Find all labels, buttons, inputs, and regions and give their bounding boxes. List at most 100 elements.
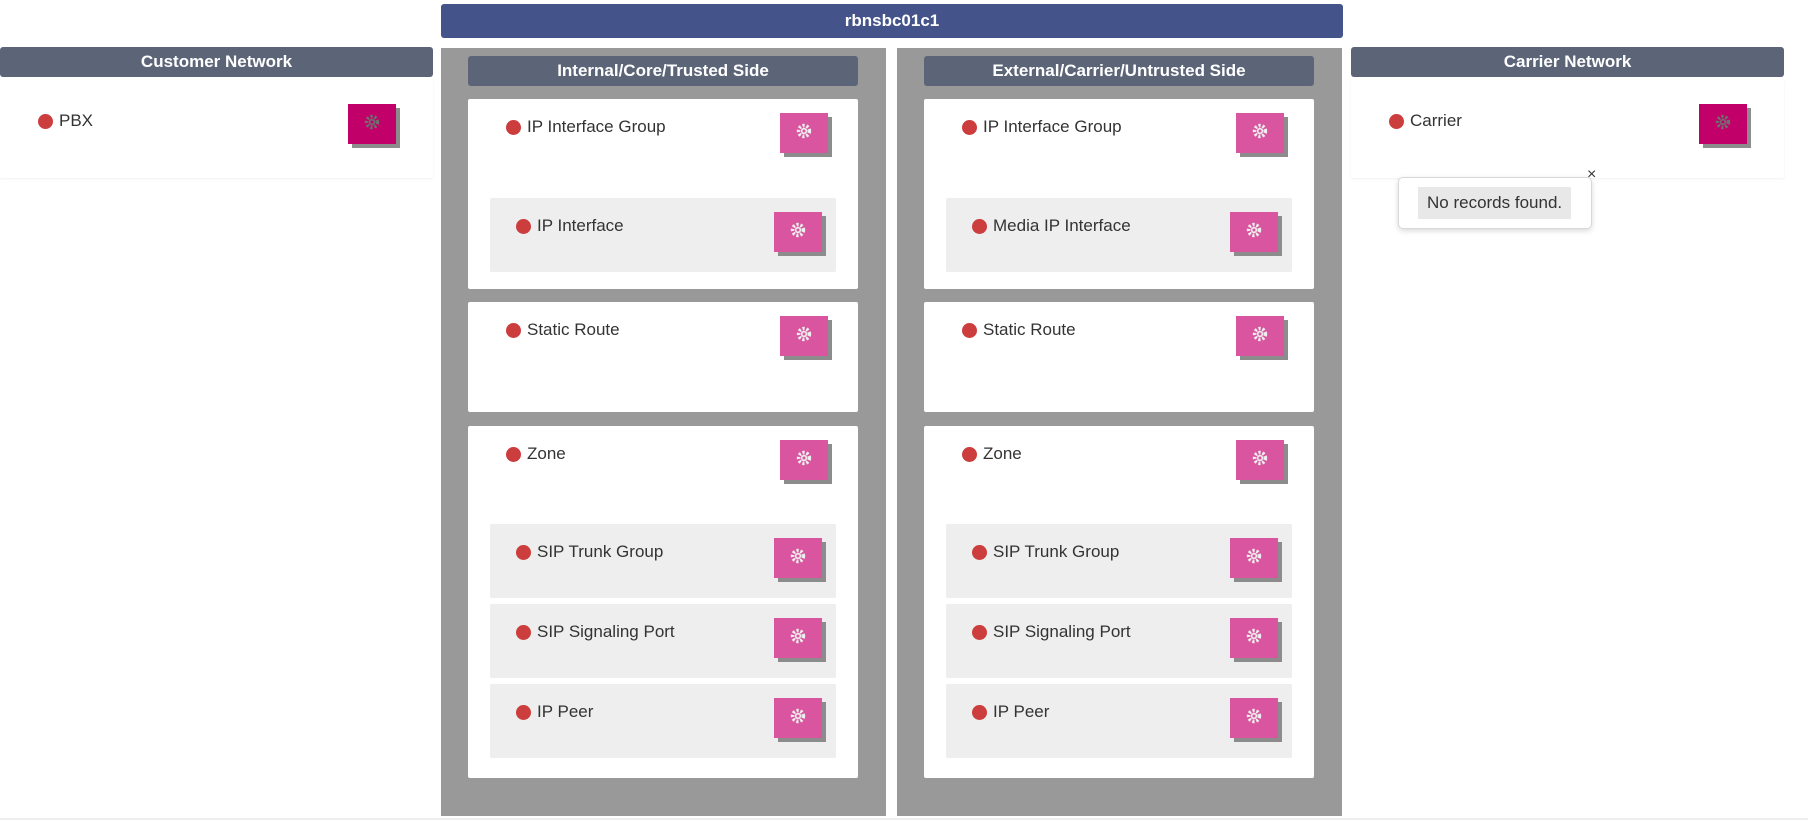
internal-sip-signaling-port-settings-button[interactable] [774, 618, 822, 658]
internal-sip-trunk-group-settings-button[interactable] [774, 538, 822, 578]
gear-icon [363, 113, 381, 136]
item-label: IP Interface [537, 216, 624, 235]
internal-static-route-item[interactable]: Static Route [506, 320, 620, 340]
external-side-header: External/Carrier/Untrusted Side [924, 56, 1314, 86]
gear-icon [795, 449, 813, 472]
customer-network-header: Customer Network [0, 47, 433, 77]
customer-pbx-card: PBX [0, 80, 433, 178]
carrier-item[interactable]: Carrier [1389, 111, 1462, 131]
external-zone-card: Zone SIP Trunk Group SIP Signaling Port [924, 426, 1314, 778]
status-dot-icon [972, 544, 987, 560]
internal-ip-peer-settings-button[interactable] [774, 698, 822, 738]
external-static-route-settings-button[interactable] [1236, 316, 1284, 356]
pbx-item[interactable]: PBX [38, 111, 93, 131]
no-records-message: No records found. [1418, 187, 1572, 219]
internal-sip-signaling-port-card: SIP Signaling Port [490, 604, 836, 678]
status-dot-icon [972, 218, 987, 234]
status-dot-icon [972, 704, 987, 720]
gear-icon [795, 325, 813, 348]
external-ip-peer-item[interactable]: IP Peer [972, 702, 1049, 722]
status-dot-icon [506, 322, 521, 338]
external-zone-item[interactable]: Zone [962, 444, 1022, 464]
status-dot-icon [506, 446, 521, 462]
external-ip-interface-group-settings-button[interactable] [1236, 113, 1284, 153]
gear-icon [789, 221, 807, 244]
gear-icon [1714, 113, 1732, 136]
internal-ip-interface-group-settings-button[interactable] [780, 113, 828, 153]
status-dot-icon [962, 322, 977, 338]
item-label: Zone [527, 444, 566, 463]
internal-ip-interface-settings-button[interactable] [774, 212, 822, 252]
status-dot-icon [38, 113, 53, 129]
item-label: IP Interface Group [527, 117, 666, 136]
carrier-settings-button[interactable] [1699, 104, 1747, 144]
status-dot-icon [516, 218, 531, 234]
external-ip-peer-settings-button[interactable] [1230, 698, 1278, 738]
internal-static-route-card: Static Route [468, 302, 858, 412]
internal-zone-card: Zone SIP Trunk Group SIP Signaling Port [468, 426, 858, 778]
external-zone-settings-button[interactable] [1236, 440, 1284, 480]
external-side-column: External/Carrier/Untrusted Side IP Inter… [897, 48, 1342, 816]
pbx-settings-button[interactable] [348, 104, 396, 144]
external-sip-trunk-group-item[interactable]: SIP Trunk Group [972, 542, 1119, 562]
internal-ip-peer-card: IP Peer [490, 684, 836, 758]
external-sip-signaling-port-item[interactable]: SIP Signaling Port [972, 622, 1131, 642]
external-ip-peer-card: IP Peer [946, 684, 1292, 758]
item-label: Static Route [527, 320, 620, 339]
item-label: IP Interface Group [983, 117, 1122, 136]
status-dot-icon [506, 119, 521, 135]
gear-icon [1251, 325, 1269, 348]
external-media-ip-interface-card: Media IP Interface [946, 198, 1292, 272]
close-icon[interactable]: × [1587, 166, 1596, 184]
external-sip-trunk-group-settings-button[interactable] [1230, 538, 1278, 578]
no-records-popover: No records found. [1398, 177, 1592, 229]
external-static-route-item[interactable]: Static Route [962, 320, 1076, 340]
internal-ip-peer-item[interactable]: IP Peer [516, 702, 593, 722]
status-dot-icon [962, 119, 977, 135]
internal-static-route-settings-button[interactable] [780, 316, 828, 356]
status-dot-icon [516, 544, 531, 560]
gear-icon [789, 547, 807, 570]
item-label: Media IP Interface [993, 216, 1131, 235]
gear-icon [789, 627, 807, 650]
internal-sip-trunk-group-card: SIP Trunk Group [490, 524, 836, 598]
internal-ip-interface-group-item[interactable]: IP Interface Group [506, 117, 666, 137]
carrier-card: Carrier [1351, 80, 1784, 178]
item-label: Zone [983, 444, 1022, 463]
item-label: IP Peer [993, 702, 1050, 721]
item-label: SIP Trunk Group [993, 542, 1120, 561]
status-dot-icon [972, 624, 987, 640]
pbx-label: PBX [59, 111, 94, 130]
carrier-network-header: Carrier Network [1351, 47, 1784, 77]
external-sip-trunk-group-card: SIP Trunk Group [946, 524, 1292, 598]
internal-side-column: Internal/Core/Trusted Side IP Interface … [441, 48, 886, 816]
status-dot-icon [516, 704, 531, 720]
carrier-label: Carrier [1410, 111, 1462, 130]
gear-icon [795, 122, 813, 145]
external-ip-interface-group-card: IP Interface Group Media IP Interface [924, 99, 1314, 289]
external-ip-interface-group-item[interactable]: IP Interface Group [962, 117, 1122, 137]
internal-zone-settings-button[interactable] [780, 440, 828, 480]
item-label: Static Route [983, 320, 1076, 339]
internal-sip-trunk-group-item[interactable]: SIP Trunk Group [516, 542, 663, 562]
internal-sip-signaling-port-item[interactable]: SIP Signaling Port [516, 622, 675, 642]
internal-zone-item[interactable]: Zone [506, 444, 566, 464]
internal-ip-interface-item[interactable]: IP Interface [516, 216, 624, 236]
item-label: SIP Signaling Port [537, 622, 675, 641]
status-dot-icon [516, 624, 531, 640]
internal-ip-interface-card: IP Interface [490, 198, 836, 272]
external-media-ip-interface-item[interactable]: Media IP Interface [972, 216, 1131, 236]
gear-icon [1245, 707, 1263, 730]
item-label: SIP Trunk Group [537, 542, 664, 561]
status-dot-icon [1389, 113, 1404, 129]
external-media-ip-interface-settings-button[interactable] [1230, 212, 1278, 252]
item-label: IP Peer [537, 702, 594, 721]
external-static-route-card: Static Route [924, 302, 1314, 412]
external-sip-signaling-port-settings-button[interactable] [1230, 618, 1278, 658]
gear-icon [789, 707, 807, 730]
gear-icon [1251, 122, 1269, 145]
gear-icon [1245, 547, 1263, 570]
gear-icon [1245, 221, 1263, 244]
gear-icon [1245, 627, 1263, 650]
external-sip-signaling-port-card: SIP Signaling Port [946, 604, 1292, 678]
